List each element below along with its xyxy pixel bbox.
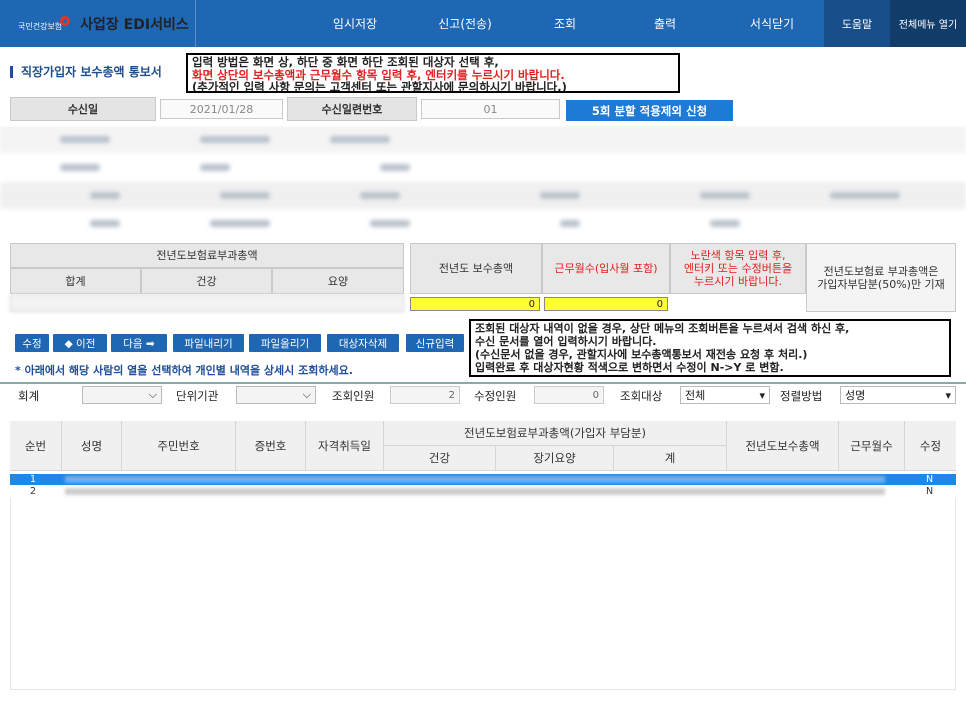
yellow-note: 노란색 항목 입력 후, 엔터키 또는 수정버튼을 누르시기 바랍니다. [670, 243, 806, 294]
prev-pay-label: 전년도 보수총액 [410, 243, 542, 294]
employer-info-panel [0, 126, 966, 238]
table-row[interactable]: 1 N [10, 474, 956, 485]
split-exemption-button[interactable]: 5회 분할 적용제외 신청 [566, 100, 733, 121]
grid-col-card: 증번호 [236, 421, 306, 471]
grid-col-health: 건강 [384, 446, 496, 471]
chevron-down-icon: ▾ [759, 388, 765, 402]
menu-temp-save[interactable]: 임시저장 [300, 0, 410, 47]
logo-mark-icon [60, 15, 71, 26]
query-count-field: 2 [390, 386, 460, 404]
unit-select[interactable]: ⌵ [236, 386, 316, 404]
grid-col-prev-pay: 전년도보수총액 [727, 421, 839, 471]
account-select[interactable]: ⌵ [82, 386, 162, 404]
query-notice: 조회된 대상자 내역이 없을 경우, 상단 메뉴의 조회버튼을 누르셔서 검색 … [469, 319, 951, 377]
chevron-down-icon: ▾ [945, 388, 951, 402]
notice1-line3: (추가적인 입력 사항 문의는 고객센터 또는 관할지사에 문의하시기 바랍니다… [192, 80, 567, 93]
menu-help[interactable]: 도움말 [824, 0, 890, 47]
chevron-down-icon: ⌵ [148, 388, 157, 401]
menu-close-form[interactable]: 서식닫기 [720, 0, 824, 47]
prev-premium-header: 전년도보험료부과총액 [10, 243, 404, 268]
receipt-seq-label: 수신일련번호 [287, 97, 417, 121]
modified-count-label: 수정인원 [474, 389, 517, 403]
sort-select[interactable]: 성명 ▾ [840, 386, 956, 404]
grid-col-total: 계 [614, 446, 727, 471]
grid-col-rrn: 주민번호 [122, 421, 236, 471]
org-name: 국민건강보험 [18, 22, 63, 31]
sum-header: 합계 [10, 268, 141, 294]
prev-button[interactable]: ◆ 이전 [53, 334, 107, 352]
premium-note: 전년도보험료 부과총액은 가입자부담분(50%)만 기재 [806, 243, 956, 312]
grid-col-name: 성명 [62, 421, 122, 471]
grid-body [10, 498, 956, 690]
menu-submit[interactable]: 신고(전송) [410, 0, 520, 47]
grid-col-months: 근무월수 [839, 421, 905, 471]
page-title: 직장가입자 보수총액 통보서 [10, 66, 162, 78]
file-download-button[interactable]: 파일내리기 [173, 334, 244, 352]
care-header: 요양 [272, 268, 404, 294]
receipt-date-field: 2021/01/28 [160, 99, 283, 119]
receipt-seq-field: 01 [421, 99, 560, 119]
grid-col-no: 순번 [10, 421, 62, 471]
account-label: 회계 [18, 389, 40, 403]
query-count-label: 조회인원 [332, 389, 375, 403]
menu-full-open[interactable]: 전체메뉴 열기 [890, 0, 966, 47]
edit-button[interactable]: 수정 [15, 334, 49, 352]
next-button[interactable]: 다음 ➡ [111, 334, 167, 352]
menu-print[interactable]: 출력 [610, 0, 720, 47]
select-row-tip: * 아래에서 해당 사람의 열을 선택하여 개인별 내역을 상세시 조회하세요. [15, 364, 353, 377]
delete-target-button[interactable]: 대상자삭제 [327, 334, 399, 352]
work-months-input[interactable]: 0 [544, 297, 668, 311]
work-months-label: 근무월수(입사월 포함) [542, 243, 670, 294]
app-logo[interactable]: 국민건강보험 사업장 EDI서비스 [0, 0, 196, 47]
prev-premium-values [10, 294, 404, 312]
sort-label: 정렬방법 [780, 389, 823, 403]
file-upload-button[interactable]: 파일올리기 [249, 334, 321, 352]
target-label: 조회대상 [620, 389, 663, 403]
receipt-date-label: 수신일 [10, 97, 156, 121]
unit-label: 단위기관 [176, 389, 219, 403]
health-header: 건강 [141, 268, 272, 294]
grid-col-prev-group: 전년도보험료부과총액(가입자 부담분) [384, 421, 727, 446]
new-entry-button[interactable]: 신규입력 [406, 334, 464, 352]
app-title: 사업장 EDI서비스 [80, 16, 189, 33]
menu-query[interactable]: 조회 [520, 0, 610, 47]
grid-col-ltc: 장기요양 [496, 446, 614, 471]
modified-count-field: 0 [534, 386, 604, 404]
notice1-line1: 입력 방법은 화면 상, 하단 중 화면 하단 조회된 대상자 선택 후, [192, 55, 499, 69]
grid-col-edit: 수정 [905, 421, 956, 471]
input-notice: 입력 방법은 화면 상, 하단 중 화면 하단 조회된 대상자 선택 후, 화면… [186, 53, 680, 93]
table-row[interactable]: 2 N [10, 486, 956, 497]
chevron-down-icon: ⌵ [302, 388, 311, 401]
grid-col-acq: 자격취득일 [306, 421, 384, 471]
prev-pay-input[interactable]: 0 [410, 297, 540, 311]
target-select[interactable]: 전체 ▾ [680, 386, 770, 404]
